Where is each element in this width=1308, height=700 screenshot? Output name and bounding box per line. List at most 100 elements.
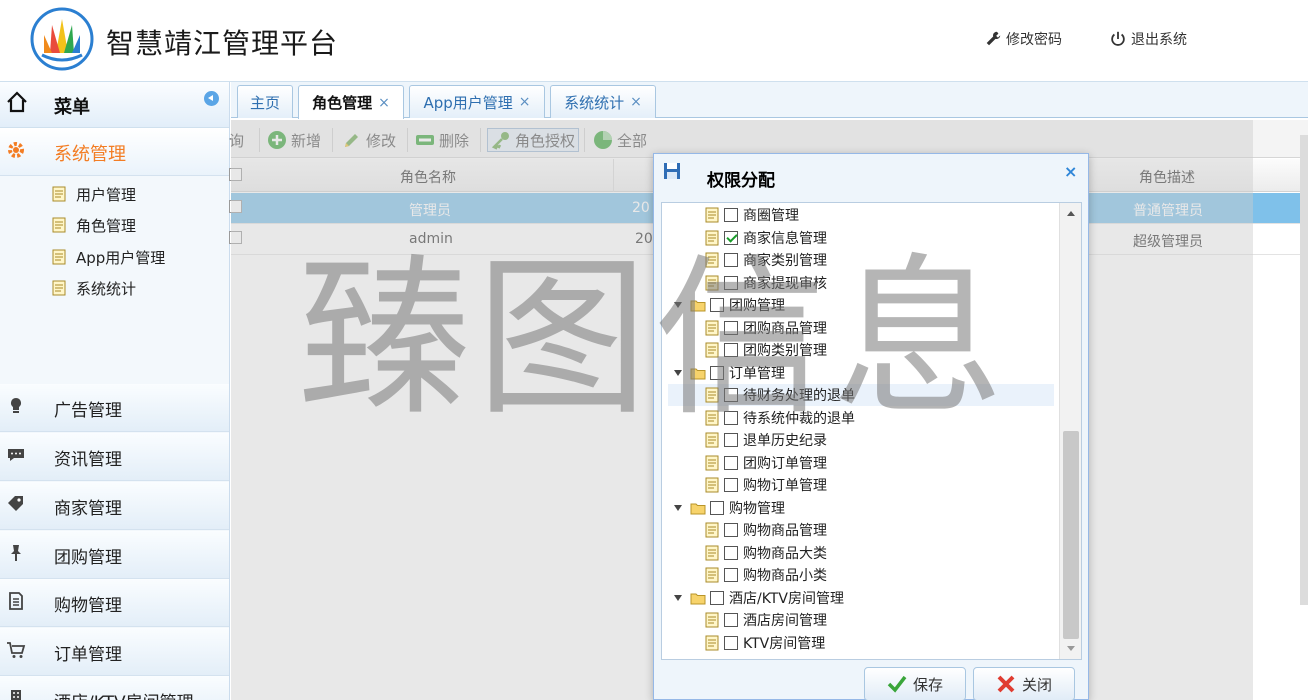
tree-leaf-node[interactable]: 商家提现审核 <box>662 272 1057 294</box>
tree-node-label: 商家提现审核 <box>743 275 827 292</box>
sidebar-group-system[interactable]: 系统管理 <box>0 128 229 176</box>
sidebar-group-shopping[interactable]: 购物管理 <box>0 579 229 627</box>
tree-leaf-node[interactable]: 商家信息管理 <box>662 227 1057 249</box>
permission-checkbox[interactable] <box>724 455 738 470</box>
permission-checkbox[interactable] <box>724 478 738 492</box>
tree-leaf-node[interactable]: 商圈管理 <box>662 204 1057 226</box>
tab-close-icon[interactable]: × <box>519 94 531 110</box>
pin-icon <box>11 545 21 561</box>
tree-leaf-node[interactable]: 购物商品大类 <box>662 542 1057 564</box>
tree-scrollbar[interactable] <box>1059 203 1081 659</box>
logout-link[interactable]: 退出系统 <box>1109 29 1187 49</box>
save-button[interactable]: 保存 <box>864 667 966 700</box>
tree-folder-node[interactable]: 酒店/KTV房间管理 <box>662 587 1057 609</box>
sidebar-item-users[interactable]: 用户管理 <box>52 182 136 206</box>
permission-checkbox[interactable] <box>724 568 738 582</box>
tree-folder-node[interactable]: 团购管理 <box>662 294 1057 316</box>
tab-close-icon[interactable]: × <box>630 94 642 110</box>
folder-icon <box>690 365 706 381</box>
tree-leaf-node[interactable]: 待财务处理的退单 <box>668 384 1054 406</box>
tree-folder-node[interactable]: 订单管理 <box>662 362 1057 384</box>
expand-arrow-icon[interactable] <box>674 302 682 308</box>
dialog-header: 权限分配 × <box>654 154 1088 202</box>
sidebar-group-merchants[interactable]: 商家管理 <box>0 482 229 530</box>
permission-checkbox[interactable] <box>724 208 738 222</box>
page-icon <box>52 249 66 265</box>
permission-checkbox[interactable] <box>724 635 738 650</box>
sidebar-item-roles[interactable]: 角色管理 <box>52 213 136 237</box>
sidebar-group-orders[interactable]: 订单管理 <box>0 628 229 676</box>
chat-bubble-icon <box>8 449 24 461</box>
page-icon <box>52 186 66 202</box>
cart-icon <box>7 642 26 658</box>
tab-label: 主页 <box>249 93 280 112</box>
sidebar-group-hotel[interactable]: 酒店/KTV房间管理 <box>0 676 229 700</box>
tree-folder-node[interactable]: 购物管理 <box>662 497 1057 519</box>
tree-node-label: 退单历史纪录 <box>743 433 827 449</box>
page-icon <box>704 252 720 268</box>
tree-leaf-node[interactable]: 待系统仲裁的退单 <box>662 407 1057 429</box>
page-scrollbar[interactable] <box>1300 135 1308 605</box>
expand-arrow-icon[interactable] <box>674 369 682 376</box>
permission-checkbox[interactable] <box>724 523 738 537</box>
tree-leaf-node[interactable]: 购物商品管理 <box>662 519 1057 541</box>
collapse-sidebar-icon[interactable] <box>204 91 219 106</box>
change-password-link[interactable]: 修改密码 <box>984 29 1062 49</box>
tree-leaf-node[interactable]: 团购类别管理 <box>662 339 1057 361</box>
tree-leaf-node[interactable]: 酒店房间管理 <box>662 609 1057 631</box>
expand-arrow-icon[interactable] <box>674 504 682 511</box>
permission-checkbox[interactable] <box>724 388 738 402</box>
permission-checkbox[interactable] <box>710 590 724 605</box>
tree-node-label: 团购商品管理 <box>743 320 827 337</box>
permission-checkbox[interactable] <box>710 500 724 515</box>
tree-leaf-node[interactable]: 购物订单管理 <box>662 474 1057 496</box>
permission-checkbox[interactable] <box>724 230 738 245</box>
tree-leaf-node[interactable]: 商家类别管理 <box>662 249 1057 271</box>
permission-checkbox[interactable] <box>710 298 724 312</box>
scroll-down-icon[interactable] <box>1067 646 1075 651</box>
scroll-thumb[interactable] <box>1063 431 1079 639</box>
permission-checkbox[interactable] <box>724 275 738 290</box>
close-label: 关闭 <box>1021 675 1052 694</box>
tree-node-label: KTV房间管理 <box>743 635 826 652</box>
page-icon <box>704 410 720 426</box>
permission-checkbox[interactable] <box>710 365 724 380</box>
tab-close-icon[interactable]: × <box>378 95 390 111</box>
sidebar-item-app-users[interactable]: App用户管理 <box>52 245 165 269</box>
tree-leaf-node[interactable]: KTV房间管理 <box>662 632 1057 654</box>
page-icon <box>704 567 720 583</box>
tree-node-label: 待系统仲裁的退单 <box>743 410 855 427</box>
permission-checkbox[interactable] <box>724 545 738 560</box>
expand-arrow-icon[interactable] <box>674 594 682 601</box>
page-icon <box>704 320 720 336</box>
page-icon <box>52 217 66 233</box>
permission-checkbox[interactable] <box>724 253 738 267</box>
permission-checkbox[interactable] <box>724 433 738 447</box>
permission-checkbox[interactable] <box>724 410 738 425</box>
sidebar-group-groupbuy[interactable]: 团购管理 <box>0 531 229 579</box>
scroll-up-icon[interactable] <box>1067 211 1075 216</box>
sidebar-group-label: 酒店/KTV房间管理 <box>54 688 194 700</box>
permission-checkbox[interactable] <box>724 343 738 357</box>
close-button[interactable]: 关闭 <box>973 667 1075 700</box>
tree-leaf-node[interactable]: 购物商品小类 <box>662 564 1057 586</box>
logo-icon <box>30 7 94 71</box>
permission-checkbox[interactable] <box>724 613 738 627</box>
sidebar-group-news[interactable]: 资讯管理 <box>0 433 229 481</box>
tree-leaf-node[interactable]: 团购商品管理 <box>662 317 1057 339</box>
tag-icon <box>8 496 23 511</box>
tab-system-stats[interactable]: 系统统计 × <box>550 85 656 118</box>
tree-leaf-node[interactable]: 退单历史纪录 <box>662 429 1057 451</box>
tree-node-label: 商圈管理 <box>743 208 799 224</box>
permission-checkbox[interactable] <box>724 320 738 335</box>
tab-home[interactable]: 主页 <box>237 85 293 118</box>
sidebar-group-ads[interactable]: 广告管理 <box>0 384 229 432</box>
page-icon <box>704 387 720 403</box>
tab-role-management[interactable]: 角色管理 × <box>298 85 404 119</box>
tree-leaf-node[interactable]: 团购订单管理 <box>662 452 1057 474</box>
tree-node-label: 酒店/KTV房间管理 <box>729 590 844 607</box>
tab-app-users[interactable]: App用户管理 × <box>409 85 545 118</box>
sidebar-group-label: 广告管理 <box>54 401 122 421</box>
sidebar-item-stats[interactable]: 系统统计 <box>52 276 136 300</box>
dialog-close-icon[interactable]: × <box>1064 162 1077 181</box>
